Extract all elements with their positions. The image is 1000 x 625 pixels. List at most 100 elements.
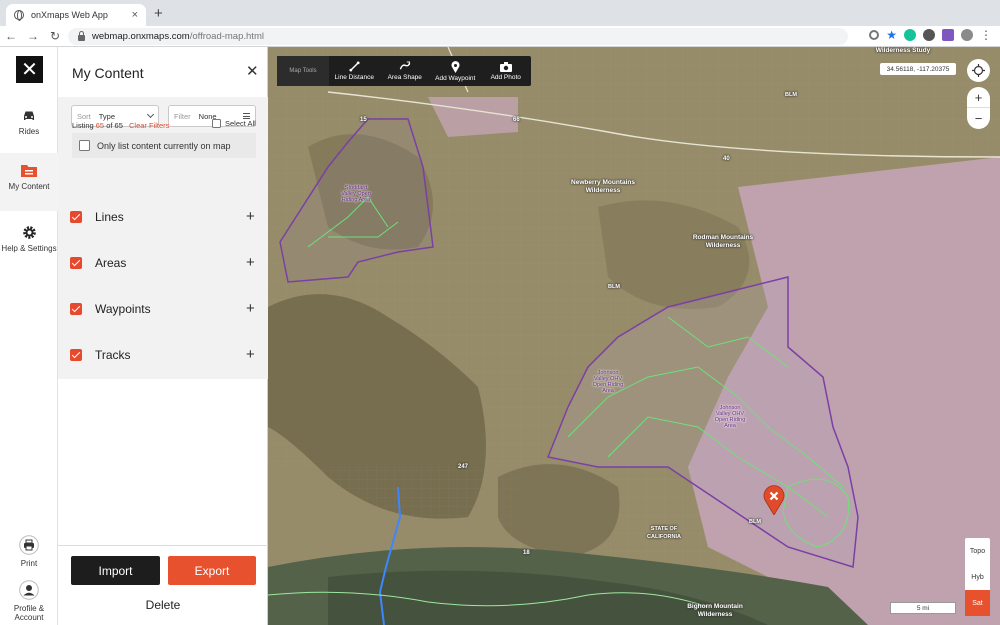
label-rodman: Rodman Mountains Wilderness xyxy=(692,234,754,249)
label-wilderness-study: Wilderness Study xyxy=(875,47,931,54)
delete-button[interactable]: Delete xyxy=(58,598,268,612)
reload-icon[interactable]: ↻ xyxy=(44,29,66,43)
expand-plus-icon[interactable]: + xyxy=(246,300,255,317)
select-all-checkbox[interactable] xyxy=(212,119,221,128)
export-button[interactable]: Export xyxy=(168,556,256,585)
rail-item-my-content[interactable]: My Content xyxy=(0,153,58,211)
category-label: Waypoints xyxy=(95,302,151,316)
map-tools-label: Map Tools xyxy=(277,56,329,86)
back-icon[interactable]: ← xyxy=(0,29,22,43)
nav-rail: ✕ Rides My Content Help & Settings Print… xyxy=(0,47,58,625)
basemap-satellite[interactable]: Sat xyxy=(965,590,990,616)
expand-plus-icon[interactable]: + xyxy=(246,254,255,271)
crosshair-icon xyxy=(972,64,985,77)
category-areas[interactable]: Areas + xyxy=(58,240,268,286)
label-newberry: Newberry Mountains Wilderness xyxy=(571,179,635,194)
new-tab-button[interactable]: + xyxy=(154,5,163,22)
filter-key: Filter xyxy=(174,111,191,121)
label-stoddard: Stoddard Valley Open Riding Area xyxy=(341,185,371,203)
label-blm: BLM xyxy=(785,92,797,98)
zoom-out-button[interactable]: − xyxy=(967,108,990,129)
category-lines[interactable]: Lines + xyxy=(58,194,268,240)
expand-plus-icon[interactable]: + xyxy=(246,346,255,363)
route-shield-247: 247 xyxy=(458,464,469,470)
browser-toolbar: ← → ↻ webmap.onxmaps.com/offroad-map.htm… xyxy=(0,26,1000,47)
printer-icon xyxy=(19,535,39,555)
sort-key: Sort xyxy=(77,111,91,121)
rail-item-profile[interactable]: Profile & Account xyxy=(0,580,58,622)
app: ✕ Rides My Content Help & Settings Print… xyxy=(0,47,1000,625)
tab-close-icon[interactable]: × xyxy=(132,9,138,21)
panel-footer: Import Export Delete xyxy=(58,545,268,625)
only-on-map-label: Only list content currently on map xyxy=(97,140,231,151)
browser-tab[interactable]: onXmaps Web App × xyxy=(6,4,146,26)
forward-icon[interactable]: → xyxy=(22,29,44,43)
rail-item-label: Print xyxy=(20,559,38,568)
rail-item-label: Rides xyxy=(18,127,40,136)
category-checkbox[interactable] xyxy=(70,257,82,269)
select-all[interactable]: Select All xyxy=(212,119,256,128)
zoom-control: + − xyxy=(967,87,990,129)
location-icon[interactable] xyxy=(869,30,880,40)
category-label: Lines xyxy=(95,210,124,224)
listing-shown: 65 xyxy=(95,121,105,130)
category-checkbox[interactable] xyxy=(70,303,82,315)
address-bar[interactable]: webmap.onxmaps.com/offroad-map.html xyxy=(68,28,848,45)
rail-item-label: My Content xyxy=(8,182,50,191)
import-button[interactable]: Import xyxy=(71,556,160,585)
browser-tab-strip: onXmaps Web App × + xyxy=(0,0,1000,26)
rail-item-label: Profile & Account xyxy=(13,604,45,622)
tool-label: Add Waypoint xyxy=(435,74,476,82)
globe-icon xyxy=(14,10,24,21)
waypoint-marker-icon[interactable] xyxy=(763,485,785,515)
url-path: /offroad-map.html xyxy=(189,31,264,42)
only-on-map-checkbox[interactable] xyxy=(79,140,90,151)
add-waypoint-tool[interactable]: Add Waypoint xyxy=(430,56,481,86)
map-tools-toolbar: Map Tools Line Distance Area Shape Add W… xyxy=(277,56,531,86)
menu-icon[interactable]: ⋮ xyxy=(980,29,992,41)
category-checkbox[interactable] xyxy=(70,211,82,223)
grammarly-icon[interactable] xyxy=(904,29,916,41)
route-shield-15: 15 xyxy=(360,117,367,123)
label-bighorn: Bighorn Mountain Wilderness xyxy=(687,603,743,618)
my-content-panel: My Content ✕ Sort Type Filter None Only … xyxy=(58,47,268,625)
map-scale: 5 mi xyxy=(890,602,956,614)
extension-icons: ★ ⋮ xyxy=(869,29,992,41)
close-icon[interactable]: ✕ xyxy=(246,64,259,79)
category-label: Areas xyxy=(95,256,127,270)
panel-title: My Content xyxy=(72,65,144,81)
listing-mid: of xyxy=(104,121,115,130)
gear-icon xyxy=(22,226,36,239)
category-checkbox[interactable] xyxy=(70,349,82,361)
onx-logo[interactable]: ✕ xyxy=(16,56,43,83)
route-shield-18: 18 xyxy=(523,550,530,556)
listing-prefix: Listing xyxy=(72,121,96,130)
lock-icon xyxy=(78,31,85,41)
send-icon[interactable] xyxy=(942,29,954,41)
line-distance-tool[interactable]: Line Distance xyxy=(329,56,380,86)
tool-label: Add Photo xyxy=(490,73,521,81)
rail-item-rides[interactable]: Rides xyxy=(0,107,58,136)
basemap-topo[interactable]: Topo xyxy=(965,538,990,564)
add-photo-tool[interactable]: Add Photo xyxy=(481,56,532,86)
locate-button[interactable] xyxy=(967,59,990,82)
zoom-in-button[interactable]: + xyxy=(967,87,990,108)
clear-filters-link[interactable]: Clear Filters xyxy=(129,121,169,130)
expand-plus-icon[interactable]: + xyxy=(246,208,255,225)
rail-item-help-settings[interactable]: Help & Settings xyxy=(0,225,58,253)
extension-icon[interactable] xyxy=(923,29,935,41)
basemap-switcher: Topo Hyb Sat xyxy=(965,538,990,616)
listing-count: Listing 65 of 65 Clear Filters xyxy=(72,121,169,130)
category-waypoints[interactable]: Waypoints + xyxy=(58,286,268,332)
only-on-map-toggle[interactable]: Only list content currently on map xyxy=(72,133,256,158)
basemap-hybrid[interactable]: Hyb xyxy=(965,564,990,590)
area-shape-tool[interactable]: Area Shape xyxy=(380,56,431,86)
category-tracks[interactable]: Tracks + xyxy=(58,332,268,378)
map-canvas[interactable]: Newberry Mountains Wilderness Rodman Mou… xyxy=(268,47,1000,625)
waypoint-pin-icon xyxy=(451,60,460,73)
rail-item-print[interactable]: Print xyxy=(0,535,58,568)
avatar[interactable] xyxy=(961,29,973,41)
label-blm: BLM xyxy=(749,519,761,525)
filter-section: Sort Type Filter None Only list content … xyxy=(58,97,268,194)
star-icon[interactable]: ★ xyxy=(886,29,897,41)
